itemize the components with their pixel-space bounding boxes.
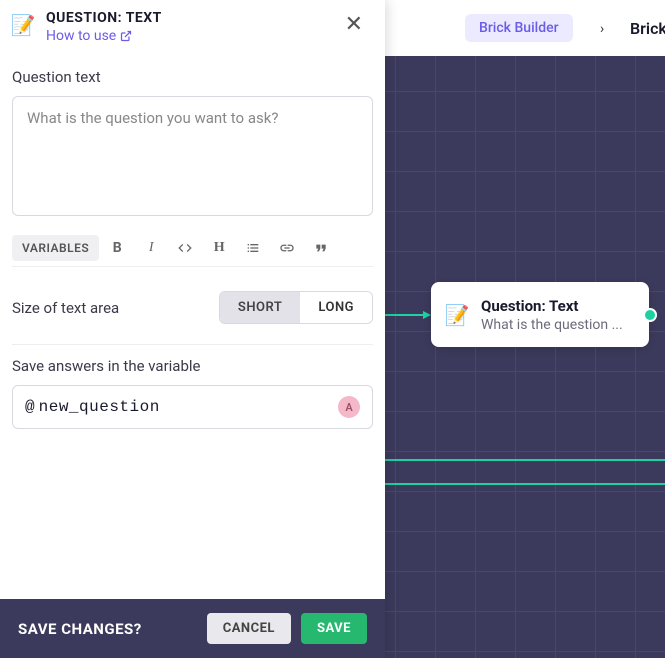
quote-button[interactable] <box>305 234 337 262</box>
size-row: Size of text area SHORT LONG <box>12 291 373 345</box>
list-button[interactable] <box>237 234 269 262</box>
panel-header: 📝 QUESTION: TEXT How to use ✕ <box>0 0 385 50</box>
cancel-button[interactable]: CANCEL <box>207 613 291 644</box>
variable-type-badge: A <box>338 396 360 418</box>
close-button[interactable]: ✕ <box>339 10 369 39</box>
size-long-button[interactable]: LONG <box>300 292 372 323</box>
how-to-use-link[interactable]: How to use <box>46 28 329 44</box>
editor-toolbar: VARIABLES B I H <box>12 230 373 267</box>
variables-button[interactable]: VARIABLES <box>12 235 99 261</box>
breadcrumb-next[interactable]: Brick <box>630 19 665 38</box>
bold-button[interactable]: B <box>101 234 133 262</box>
external-link-icon <box>120 30 132 42</box>
at-symbol: @ <box>25 398 35 416</box>
connector-line <box>385 459 665 461</box>
node-title: Question: Text <box>481 297 623 315</box>
size-toggle: SHORT LONG <box>219 291 373 324</box>
heading-button[interactable]: H <box>203 234 235 262</box>
save-variable-label: Save answers in the variable <box>12 357 373 375</box>
save-changes-title: SAVE CHANGES? <box>18 620 142 638</box>
variable-name-input[interactable]: @ new_question A <box>12 385 373 429</box>
node-input-connector <box>385 311 431 319</box>
save-button[interactable]: SAVE <box>301 613 367 644</box>
node-question-text[interactable]: 📝 Question: Text What is the question ..… <box>431 282 649 347</box>
size-short-button[interactable]: SHORT <box>220 292 300 323</box>
settings-panel: 📝 QUESTION: TEXT How to use ✕ Question t… <box>0 0 385 658</box>
panel-footer: SAVE CHANGES? CANCEL SAVE <box>0 599 385 658</box>
note-icon: 📝 <box>10 12 36 38</box>
size-label: Size of text area <box>12 299 119 317</box>
code-button[interactable] <box>169 234 201 262</box>
node-subtitle: What is the question ... <box>481 317 623 333</box>
question-text-label: Question text <box>12 68 373 86</box>
breadcrumb-brick-builder[interactable]: Brick Builder <box>465 14 573 42</box>
italic-button[interactable]: I <box>135 234 167 262</box>
connector-line <box>385 483 665 485</box>
node-output-port[interactable] <box>643 308 657 322</box>
help-link-text: How to use <box>46 28 116 44</box>
panel-body: Question text VARIABLES B I H Size of te… <box>0 50 385 599</box>
panel-title: QUESTION: TEXT <box>46 10 329 26</box>
breadcrumb-separator: › <box>600 21 604 37</box>
link-button[interactable] <box>271 234 303 262</box>
question-text-input[interactable] <box>12 96 373 216</box>
variable-name-text: new_question <box>39 398 338 416</box>
note-icon: 📝 <box>443 301 471 329</box>
